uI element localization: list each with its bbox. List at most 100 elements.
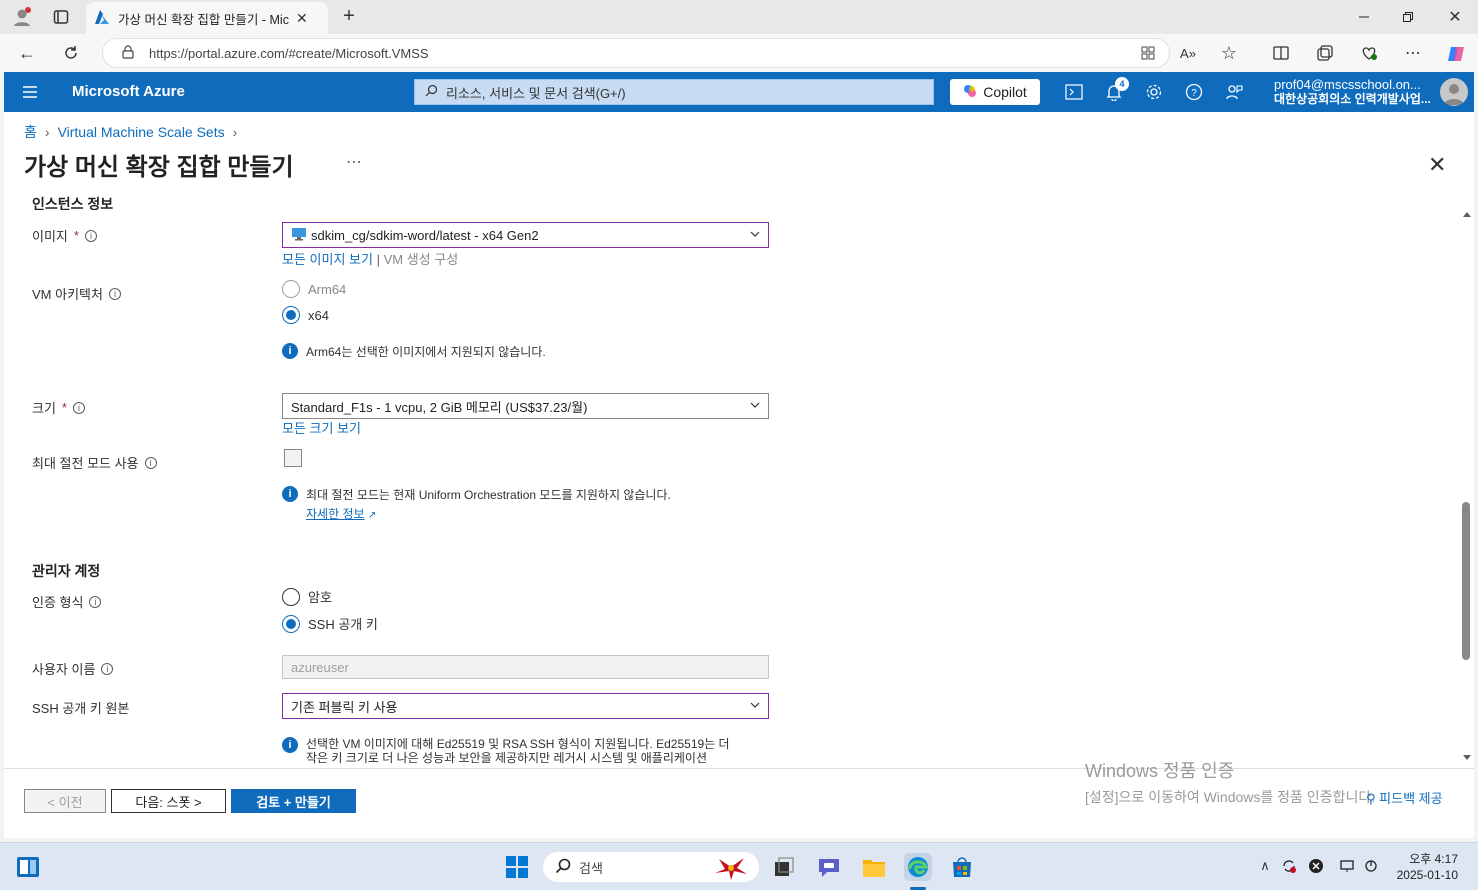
brand-name[interactable]: Microsoft Azure [72, 83, 185, 100]
url-field[interactable]: https://portal.azure.com/#create/Microso… [102, 38, 1170, 68]
search-icon [425, 84, 438, 100]
network-icon[interactable] [1338, 857, 1356, 875]
image-dropdown[interactable]: sdkim_cg/sdkim-word/latest - x64 Gen2 [282, 222, 769, 248]
prev-button[interactable]: < 이전 [24, 789, 106, 813]
file-explorer-icon[interactable] [860, 853, 888, 881]
sync-icon[interactable] [1280, 857, 1298, 875]
learn-more-link[interactable]: 자세한 정보 [306, 507, 365, 521]
feedback-person-icon[interactable] [1222, 80, 1246, 104]
notification-badge: 4 [1115, 77, 1129, 91]
info-icon[interactable]: i [72, 401, 85, 414]
info-icon[interactable]: i [144, 456, 157, 469]
admin-section-title: 관리자 계정 [32, 563, 101, 579]
info-circle-icon: i [282, 486, 298, 502]
more-menu-icon[interactable]: ⋯ [1402, 42, 1424, 64]
edge-browser-icon[interactable] [904, 853, 932, 881]
more-options-icon[interactable]: ⋯ [346, 152, 362, 172]
section-instance-details: 인스턴스 정보 [32, 196, 114, 210]
ssh-source-dropdown[interactable]: 기존 퍼블릭 키 사용 [282, 693, 769, 719]
browser-tab[interactable]: 가상 머신 확장 집합 만들기 - Mic ✕ [86, 2, 328, 34]
browser-essentials-icon[interactable] [1358, 43, 1380, 63]
chevron-up-icon[interactable]: ∧ [1256, 857, 1274, 875]
auth-type-label: 인증 형식 i [32, 592, 102, 611]
close-blade-icon[interactable]: ✕ [1428, 152, 1446, 178]
see-all-images-link[interactable]: 모든 이미지 보기 [282, 252, 373, 267]
radio-selected-icon [282, 614, 300, 633]
scroll-down-icon[interactable] [1460, 753, 1474, 763]
widgets-icon[interactable] [14, 853, 42, 881]
refresh-icon[interactable] [60, 42, 82, 64]
error-x-icon[interactable] [1307, 857, 1325, 875]
info-icon[interactable]: i [101, 662, 114, 675]
battery-saver-icon[interactable] [1362, 857, 1380, 875]
chevron-right-icon: › [232, 124, 238, 140]
help-icon[interactable]: ? [1182, 80, 1206, 104]
info-icon[interactable]: i [108, 287, 121, 300]
avatar[interactable] [1440, 78, 1468, 106]
image-links: 모든 이미지 보기 | VM 생성 구성 [282, 249, 458, 268]
image-value: sdkim_cg/sdkim-word/latest - x64 Gen2 [311, 227, 539, 243]
profile-icon[interactable] [10, 5, 34, 29]
arch-radio-x64[interactable]: x64 [282, 306, 329, 324]
vm-image-icon [291, 227, 307, 244]
app-available-icon[interactable] [1138, 43, 1158, 63]
restore-icon[interactable] [1398, 7, 1418, 27]
copilot-button[interactable]: Copilot [950, 79, 1040, 105]
info-icon[interactable]: i [84, 229, 97, 242]
windows-taskbar: 검색 ∧ 오후 4:17 2025-01-10 [0, 842, 1478, 890]
windows-start-icon[interactable] [503, 853, 531, 881]
read-aloud-icon[interactable]: A» [1178, 43, 1198, 63]
window-close-icon[interactable]: ✕ [1444, 6, 1466, 28]
feedback-link[interactable]: ⚲ 피드백 제공 [1366, 788, 1443, 807]
global-search-input[interactable]: 리소스, 서비스 및 문서 검색(G+/) [414, 79, 934, 105]
tab-actions-icon[interactable] [50, 6, 72, 28]
ssh-info-message: i 선택한 VM 이미지에 대해 Ed25519 및 RSA SSH 형식이 지… [282, 737, 730, 765]
split-screen-icon[interactable] [1270, 43, 1292, 63]
vertical-scrollbar[interactable] [1460, 207, 1474, 765]
next-button[interactable]: 다음: 스폿 > [111, 789, 226, 813]
copilot-sidebar-icon[interactable] [1444, 42, 1468, 66]
site-info-icon[interactable] [121, 44, 135, 62]
tab-close-icon[interactable]: ✕ [296, 10, 308, 27]
scroll-up-icon[interactable] [1460, 209, 1474, 219]
hibernation-checkbox[interactable] [284, 449, 302, 467]
taskbar-search[interactable]: 검색 [543, 852, 759, 882]
copilot-icon [963, 84, 977, 101]
system-clock[interactable]: 오후 4:17 2025-01-10 [1392, 851, 1458, 883]
scrollbar-thumb[interactable] [1462, 502, 1470, 660]
size-value: Standard_F1s - 1 vcpu, 2 GiB 메모리 (US$37.… [291, 399, 588, 415]
radio-unselected-icon [282, 587, 300, 606]
username-input[interactable]: azureuser [282, 655, 769, 679]
auth-radio-ssh[interactable]: SSH 공개 키 [282, 614, 378, 633]
hamburger-menu-icon[interactable] [18, 80, 42, 104]
minimize-icon[interactable] [1354, 7, 1374, 27]
breadcrumb-vmss[interactable]: Virtual Machine Scale Sets [58, 124, 225, 140]
task-view-icon[interactable] [770, 853, 798, 881]
new-tab-icon[interactable]: + [338, 5, 360, 27]
info-icon[interactable]: i [89, 595, 102, 608]
teams-chat-icon[interactable] [815, 853, 843, 881]
review-create-button[interactable]: 검토 + 만들기 [231, 789, 356, 813]
back-icon[interactable]: ← [16, 42, 38, 64]
collections-icon[interactable] [1314, 43, 1336, 63]
breadcrumb-home[interactable]: 홈 [24, 122, 37, 142]
svg-text:?: ? [1191, 88, 1197, 99]
clock-date: 2025-01-10 [1396, 868, 1458, 882]
ssh-source-label: SSH 공개 키 원본 [32, 701, 130, 716]
vm-config-link[interactable]: VM 생성 구성 [384, 252, 459, 267]
favorite-star-icon[interactable]: ☆ [1218, 42, 1240, 64]
create-vmss-blade: 홈 › Virtual Machine Scale Sets › 가상 머신 확… [4, 112, 1474, 838]
arch-radio-arm64[interactable]: Arm64 [282, 280, 346, 298]
see-all-sizes-link[interactable]: 모든 크기 보기 [282, 418, 361, 437]
account-info[interactable]: prof04@mscsschool.on... 대한상공회의소 인력개발사업..… [1274, 77, 1431, 107]
auth-radio-password[interactable]: 암호 [282, 587, 332, 606]
settings-gear-icon[interactable] [1142, 80, 1166, 104]
cloud-shell-icon[interactable] [1062, 80, 1086, 104]
address-bar-row: ← https://portal.azure.com/#create/Micro… [0, 34, 1478, 72]
poinsettia-icon [711, 853, 751, 884]
store-icon[interactable] [948, 853, 976, 881]
size-dropdown[interactable]: Standard_F1s - 1 vcpu, 2 GiB 메모리 (US$37.… [282, 393, 769, 419]
image-label: 이미지 * i [32, 226, 97, 245]
breadcrumb: 홈 › Virtual Machine Scale Sets › [24, 122, 237, 142]
info-circle-icon: i [282, 737, 298, 753]
